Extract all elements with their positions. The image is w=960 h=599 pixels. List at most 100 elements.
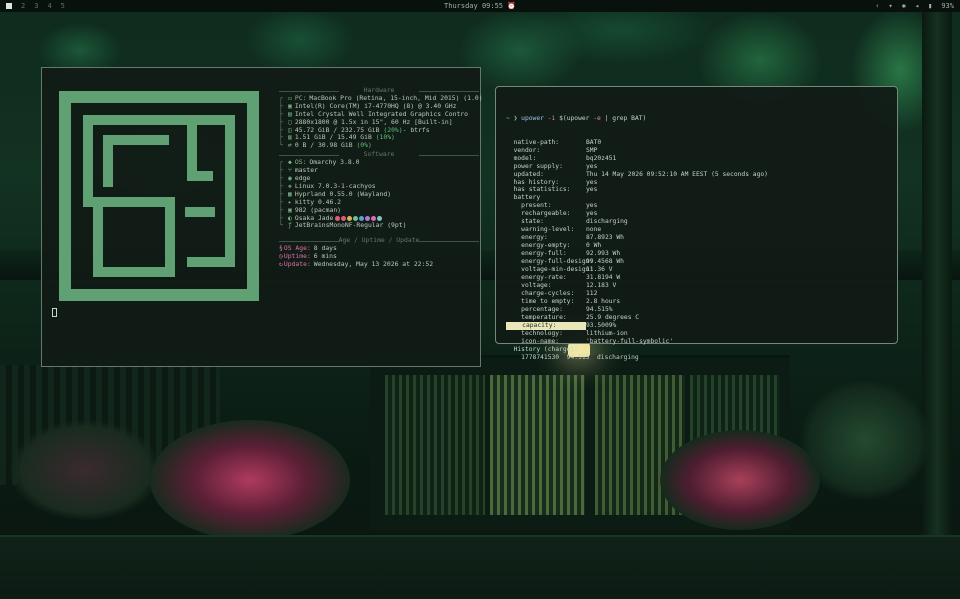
- property-key: power supply:: [506, 162, 563, 170]
- wallpaper-bush: [800, 380, 930, 500]
- fastfetch-terminal-window[interactable]: Hardware ┌ ▭ PC: MacBook Pro (Retina, 15…: [41, 67, 483, 367]
- upower-output-line: icon-name: 'battery-full-symbolic': [506, 338, 768, 346]
- refresh-icon: ↻: [279, 260, 283, 269]
- workspace-1-active[interactable]: [6, 3, 12, 9]
- property-key: energy-rate:: [506, 273, 567, 281]
- property-value: 99.4568 Wh: [586, 258, 624, 266]
- upower-output-line: temperature: 25.9 degrees C: [506, 314, 768, 322]
- property-value: discharging: [586, 218, 628, 226]
- property-key: state:: [506, 218, 544, 226]
- terminal-cursor: [52, 308, 57, 317]
- command-text: $(upower: [559, 114, 590, 122]
- upower-output-line: time to empty: 2.8 hours: [506, 298, 768, 306]
- property-key: capacity:: [506, 321, 586, 330]
- upower-output-line: energy-full-design: 99.4568 Wh: [506, 258, 768, 266]
- property-key: charge-cycles:: [506, 289, 575, 297]
- property-value: 11.36 V: [586, 266, 613, 274]
- property-key: time to empty:: [506, 297, 575, 305]
- property-key: has statistics:: [506, 186, 571, 194]
- property-value: yes: [586, 202, 598, 210]
- property-key: 1778741530 94.515 discharging: [506, 353, 639, 361]
- swap-icon: ⇄: [288, 141, 292, 150]
- command-flag: -e: [593, 114, 601, 122]
- info-percentage: (10%): [375, 133, 395, 142]
- chevron-left-icon[interactable]: ‹: [875, 2, 879, 10]
- theme-color-dot: [377, 215, 383, 221]
- wallpaper-lattice: [385, 375, 485, 515]
- theme-color-dot: [359, 215, 365, 221]
- property-value: 92.993 Wh: [586, 250, 621, 258]
- workspace-3[interactable]: 3: [34, 2, 38, 10]
- tree-branch: └: [279, 221, 283, 230]
- battery-icon: ▮: [928, 2, 933, 10]
- info-row-update: ↻ Update: Wednesday, May 13 2026 at 22:5…: [279, 260, 479, 269]
- upower-output-lines: native-path: BAT0 vendor: SMP model: bq20z4…: [506, 139, 768, 362]
- upower-output-line: present: yes: [506, 202, 768, 210]
- property-value: 87.8923 Wh: [586, 234, 624, 242]
- theme-color-dot: [353, 215, 359, 221]
- command-keyword: upower: [521, 114, 544, 122]
- shell-prompt: ~ ❯: [506, 114, 518, 122]
- info-value: JetBrainsMonoNF-Regular (9pt): [294, 221, 407, 230]
- property-key: technology:: [506, 329, 563, 337]
- info-value: Wednesday, May 13 2026 at 22:52: [313, 260, 434, 269]
- property-value: 93.5009%: [586, 321, 617, 329]
- upower-output-line: voltage: 12.183 V: [506, 282, 768, 290]
- property-key: model:: [506, 154, 537, 162]
- clock-label[interactable]: Thursday 09:55: [444, 2, 503, 10]
- theme-color-dot: [341, 215, 347, 221]
- property-value: yes: [586, 186, 598, 194]
- property-key: rechargeable:: [506, 210, 571, 218]
- property-key: voltage-min-design:: [506, 266, 594, 274]
- upower-output-line: battery: [506, 194, 768, 202]
- upower-output-line: rechargeable: yes: [506, 210, 768, 218]
- workspace-4[interactable]: 4: [47, 2, 51, 10]
- workspace-switcher: 2 3 4 5: [6, 2, 65, 10]
- info-value: 0 B / 30.98 GiB: [294, 141, 353, 150]
- workspace-2[interactable]: 2: [21, 2, 25, 10]
- age-section-title: Age / Uptime / Update: [279, 236, 479, 245]
- upower-output-line: state: discharging: [506, 218, 768, 226]
- property-key: battery: [506, 194, 541, 202]
- upower-output-line: energy-full: 92.993 Wh: [506, 250, 768, 258]
- upower-output-line: percentage: 94.515%: [506, 306, 768, 314]
- property-key: temperature:: [506, 313, 567, 321]
- property-key: percentage:: [506, 305, 563, 313]
- upower-output-line: charge-cycles: 112: [506, 290, 768, 298]
- theme-color-dot: [335, 215, 341, 221]
- command-text: | grep BAT): [604, 114, 647, 122]
- command-flag: -i: [547, 114, 556, 122]
- property-key: energy:: [506, 234, 548, 242]
- property-value: 12.183 V: [586, 281, 617, 289]
- property-value: yes: [586, 162, 598, 170]
- property-key: has history:: [506, 178, 560, 186]
- upower-output-line: 1778741530 94.515 discharging: [506, 354, 768, 362]
- top-bar: 2 3 4 5 Thursday 09:55 ⏰ ‹ ▾ ✱ ◂ ▮ 93%: [0, 0, 960, 12]
- property-value: 'battery-full-symbolic': [586, 337, 674, 345]
- system-info: Hardware ┌ ▭ PC: MacBook Pro (Retina, 15…: [279, 86, 483, 269]
- property-key: voltage:: [506, 281, 552, 289]
- upower-output-line: model: bq20z451: [506, 155, 768, 163]
- omarchy-logo: [59, 91, 259, 301]
- property-value: yes: [586, 210, 598, 218]
- property-key: updated:: [506, 170, 544, 178]
- wallpaper-flower-bush: [660, 430, 820, 530]
- property-value: 25.9 degrees C: [586, 313, 640, 321]
- property-value: 31.8194 W: [586, 273, 621, 281]
- property-key: energy-full:: [506, 250, 567, 258]
- property-value: 112: [586, 289, 598, 297]
- theme-color-dots: [335, 215, 383, 221]
- upower-output-line: technology: lithium-ion: [506, 330, 768, 338]
- bluetooth-icon[interactable]: ✱: [902, 2, 906, 10]
- wifi-icon[interactable]: ▾: [888, 2, 892, 10]
- workspace-5[interactable]: 5: [61, 2, 65, 10]
- battery-percentage[interactable]: 93%: [941, 2, 954, 10]
- volume-icon[interactable]: ◂: [915, 2, 919, 10]
- property-value: lithium-ion: [586, 329, 628, 337]
- info-label: Update:: [283, 260, 311, 269]
- wallpaper-flower-bush: [150, 420, 350, 540]
- software-section-title: Software: [279, 150, 479, 159]
- upower-terminal-window[interactable]: ~ ❯ upower -i $(upower -e | grep BAT) na…: [495, 86, 898, 361]
- property-key: present:: [506, 202, 552, 210]
- upower-output-line: energy: 87.8923 Wh: [506, 234, 768, 242]
